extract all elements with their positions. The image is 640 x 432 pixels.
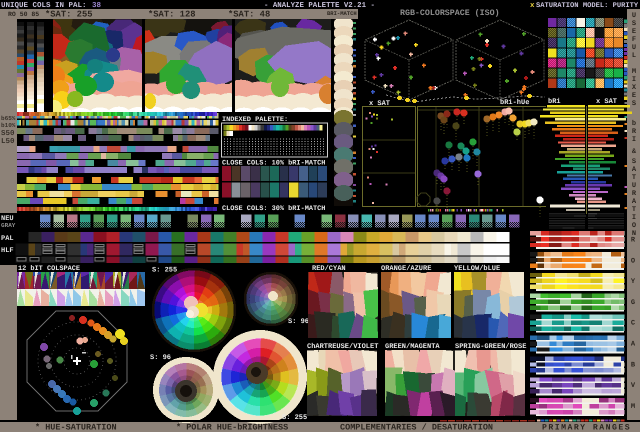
- svg-text:ChARTREUSE/VIOLET: ChARTREUSE/VIOLET: [307, 342, 378, 351]
- svg-text:M: M: [632, 68, 636, 76]
- svg-text:YELLOW/bLUE: YELLOW/bLUE: [454, 264, 500, 273]
- svg-text:*SAT: 128: *SAT: 128: [148, 10, 196, 20]
- svg-text:RGB-COLORSPACE (ISO): RGB-COLORSPACE (ISO): [400, 8, 500, 18]
- svg-text:G: G: [631, 299, 635, 307]
- svg-text:S: S: [632, 100, 636, 108]
- svg-text:S: 96: S: 96: [288, 318, 309, 326]
- svg-text:I: I: [632, 136, 636, 144]
- svg-text:b: b: [632, 119, 636, 128]
- svg-text:S50: S50: [1, 129, 15, 138]
- svg-text:T: T: [632, 174, 636, 182]
- svg-text:COMPLEMENTARIES / DESATURATION: COMPLEMENTARIES / DESATURATION: [340, 423, 493, 432]
- svg-text:BRI-MATCH: BRI-MATCH: [327, 10, 357, 17]
- svg-text:C: C: [631, 320, 635, 328]
- svg-text:- ANALYZE PALETTE V2.21 -: - ANALYZE PALETTE V2.21 -: [264, 2, 375, 10]
- svg-text:CLOSE COLS: 30% bRI-MATCH: CLOSE COLS: 30% bRI-MATCH: [222, 205, 325, 213]
- svg-text:I: I: [632, 76, 636, 84]
- svg-text:S: S: [632, 158, 636, 166]
- svg-text:x SAT: x SAT: [596, 98, 617, 106]
- svg-text:*SAT: 255: *SAT: 255: [45, 10, 93, 20]
- svg-text:S: S: [632, 20, 636, 28]
- svg-text:U: U: [632, 44, 636, 52]
- svg-text:L50: L50: [1, 137, 15, 146]
- svg-text:T: T: [632, 206, 636, 214]
- svg-text:* HUE-SATURATION: * HUE-SATURATION: [35, 423, 117, 432]
- svg-text:S: 96: S: 96: [150, 354, 171, 362]
- svg-text:*SAT: 48: *SAT: 48: [228, 10, 270, 20]
- svg-text:12 bIT COLSPACE: 12 bIT COLSPACE: [18, 265, 80, 273]
- svg-text:RED/CYAN: RED/CYAN: [312, 264, 346, 273]
- svg-text:I: I: [632, 214, 636, 222]
- svg-text:x: x: [530, 2, 535, 10]
- svg-text:E: E: [632, 28, 636, 36]
- svg-text:O: O: [631, 257, 635, 265]
- svg-text:M: M: [631, 403, 635, 411]
- svg-text:b10%: b10%: [1, 122, 16, 129]
- svg-text:O: O: [632, 222, 636, 230]
- svg-text:PRIMARY RANGES: PRIMARY RANGES: [542, 424, 631, 432]
- svg-text:ORANGE/AZURE: ORANGE/AZURE: [381, 264, 431, 273]
- svg-text:U: U: [632, 182, 636, 190]
- svg-text:GRAY: GRAY: [1, 222, 16, 229]
- svg-text:HLF: HLF: [1, 247, 14, 255]
- svg-text:RO 50 85: RO 50 85: [8, 11, 39, 18]
- svg-text:38: 38: [92, 1, 102, 10]
- svg-text:E: E: [632, 92, 636, 100]
- svg-text:GREEN/MAGENTA: GREEN/MAGENTA: [385, 342, 440, 351]
- svg-text:bRi: bRi: [548, 97, 561, 106]
- svg-text:* POLAR HUE-bRIGHTNESS: * POLAR HUE-bRIGHTNESS: [176, 423, 288, 432]
- svg-text:S: 255: S: 255: [152, 267, 177, 275]
- svg-text:SPRING-GREEN/ROSE: SPRING-GREEN/ROSE: [455, 342, 526, 351]
- svg-text:PAL: PAL: [1, 235, 14, 243]
- svg-text:SATURATION MODEL: PURITY: SATURATION MODEL: PURITY: [536, 2, 639, 10]
- svg-text:U: U: [632, 12, 636, 20]
- svg-text:L: L: [632, 52, 636, 60]
- svg-text:F: F: [632, 36, 636, 44]
- svg-text:b65%: b65%: [1, 115, 16, 122]
- svg-text:bRi-hUe: bRi-hUe: [500, 98, 529, 107]
